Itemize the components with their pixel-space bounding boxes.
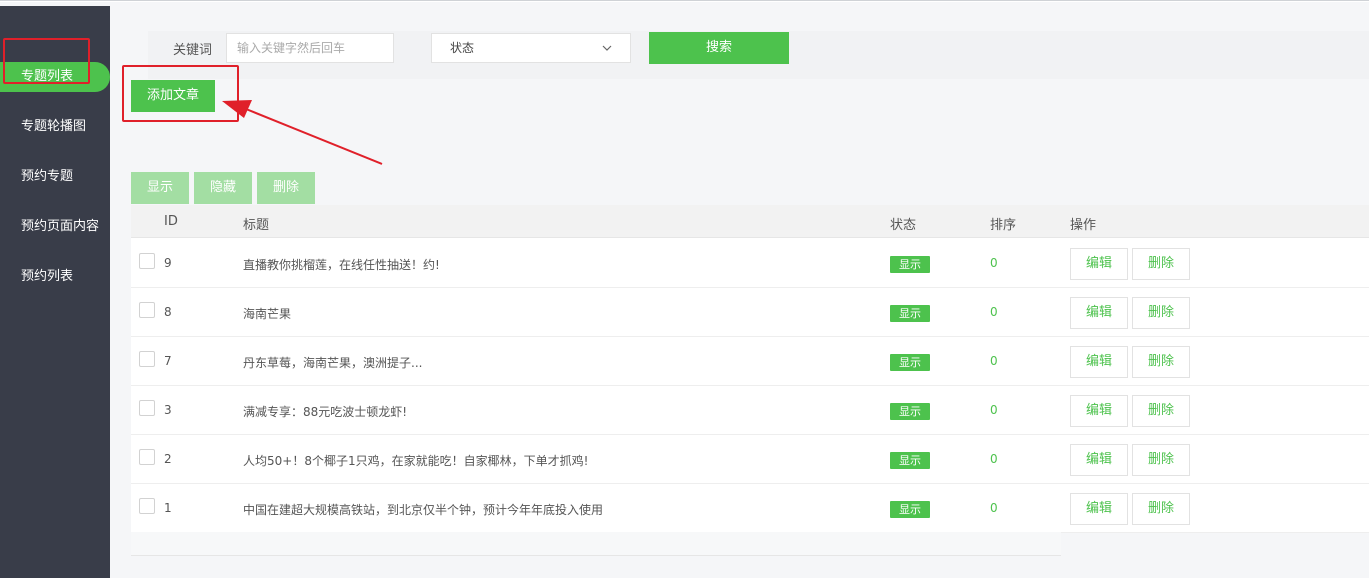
delete-button[interactable]: 删除 xyxy=(1132,346,1190,378)
table-row: 7 丹东草莓，海南芒果，澳洲提子... 显示 0 编辑 删除 xyxy=(131,337,1369,386)
delete-button[interactable]: 删除 xyxy=(1132,493,1190,525)
row-title: 中国在建超大规模高铁站，到北京仅半个钟，预计今年年底投入使用 xyxy=(243,503,604,517)
delete-button[interactable]: 删除 xyxy=(1132,444,1190,476)
table-row: 3 满减专享：88元吃波士顿龙虾! 显示 0 编辑 删除 xyxy=(131,386,1369,435)
status-badge: 显示 xyxy=(890,256,930,273)
column-header-status: 状态 xyxy=(890,218,917,233)
column-header-title: 标题 xyxy=(243,218,270,233)
edit-button[interactable]: 编辑 xyxy=(1070,395,1128,427)
status-badge: 显示 xyxy=(890,452,930,469)
status-badge: 显示 xyxy=(890,354,930,371)
keyword-label: 关键词 xyxy=(173,43,213,58)
row-title: 满减专享：88元吃波士顿龙虾! xyxy=(243,405,408,419)
status-select-value: 状态 xyxy=(450,41,475,55)
row-id: 2 xyxy=(164,452,172,466)
table-footer xyxy=(131,532,1061,556)
bulk-show-button[interactable]: 显示 xyxy=(131,172,189,204)
row-checkbox[interactable] xyxy=(139,351,155,367)
sidebar-item-reservation-topic[interactable]: 预约专题 xyxy=(0,162,110,192)
edit-button[interactable]: 编辑 xyxy=(1070,297,1128,329)
row-checkbox[interactable] xyxy=(139,253,155,269)
edit-button[interactable]: 编辑 xyxy=(1070,444,1128,476)
row-title: 海南芒果 xyxy=(243,307,292,321)
edit-button[interactable]: 编辑 xyxy=(1070,248,1128,280)
sidebar-item-reservation-list[interactable]: 预约列表 xyxy=(0,262,110,292)
status-badge: 显示 xyxy=(890,305,930,322)
top-border xyxy=(0,0,1369,2)
delete-button[interactable]: 删除 xyxy=(1132,395,1190,427)
column-header-id: ID xyxy=(164,214,178,229)
bulk-delete-button[interactable]: 删除 xyxy=(257,172,315,204)
row-order: 0 xyxy=(990,305,998,319)
row-id: 9 xyxy=(164,256,172,270)
edit-button[interactable]: 编辑 xyxy=(1070,493,1128,525)
row-order: 0 xyxy=(990,403,998,417)
row-checkbox[interactable] xyxy=(139,400,155,416)
table-row: 8 海南芒果 显示 0 编辑 删除 xyxy=(131,288,1369,337)
row-checkbox[interactable] xyxy=(139,498,155,514)
row-title: 直播教你挑榴莲，在线任性抽送！约! xyxy=(243,258,440,272)
delete-button[interactable]: 删除 xyxy=(1132,248,1190,280)
row-order: 0 xyxy=(990,452,998,466)
delete-button[interactable]: 删除 xyxy=(1132,297,1190,329)
sidebar-item-reservation-page-content[interactable]: 预约页面内容 xyxy=(0,212,110,242)
top-divider xyxy=(0,0,1369,1)
row-checkbox[interactable] xyxy=(139,449,155,465)
row-order: 0 xyxy=(990,256,998,270)
status-select[interactable]: 状态 xyxy=(431,33,631,63)
topic-table: ID 标题 状态 排序 操作 9 直播教你挑榴莲，在线任性抽送！约! 显示 0 … xyxy=(131,205,1369,533)
row-id: 3 xyxy=(164,403,172,417)
annotation-box-sidebar xyxy=(3,38,90,84)
column-header-actions: 操作 xyxy=(1070,218,1097,233)
status-badge: 显示 xyxy=(890,403,930,420)
status-badge: 显示 xyxy=(890,501,930,518)
row-order: 0 xyxy=(990,354,998,368)
bulk-hide-button[interactable]: 隐藏 xyxy=(194,172,252,204)
table-row: 1 中国在建超大规模高铁站，到北京仅半个钟，预计今年年底投入使用 显示 0 编辑… xyxy=(131,484,1369,533)
row-order: 0 xyxy=(990,501,998,515)
row-checkbox[interactable] xyxy=(139,302,155,318)
row-id: 8 xyxy=(164,305,172,319)
keyword-input[interactable] xyxy=(226,33,394,63)
table-header: ID 标题 状态 排序 操作 xyxy=(131,205,1369,238)
column-header-order: 排序 xyxy=(990,218,1017,233)
table-row: 2 人均50+！8个椰子1只鸡，在家就能吃！自家椰林，下单才抓鸡! 显示 0 编… xyxy=(131,435,1369,484)
table-row: 9 直播教你挑榴莲，在线任性抽送！约! 显示 0 编辑 删除 xyxy=(131,239,1369,288)
search-button[interactable]: 搜索 xyxy=(649,32,789,64)
edit-button[interactable]: 编辑 xyxy=(1070,346,1128,378)
row-title: 丹东草莓，海南芒果，澳洲提子... xyxy=(243,356,423,370)
chevron-down-icon xyxy=(602,34,612,72)
sidebar: 专题列表 专题轮播图 预约专题 预约页面内容 预约列表 xyxy=(0,6,110,578)
row-title: 人均50+！8个椰子1只鸡，在家就能吃！自家椰林，下单才抓鸡! xyxy=(243,454,589,468)
annotation-arrow-icon xyxy=(222,100,383,165)
row-id: 1 xyxy=(164,501,172,515)
row-id: 7 xyxy=(164,354,172,368)
sidebar-item-topic-carousel[interactable]: 专题轮播图 xyxy=(0,112,110,142)
